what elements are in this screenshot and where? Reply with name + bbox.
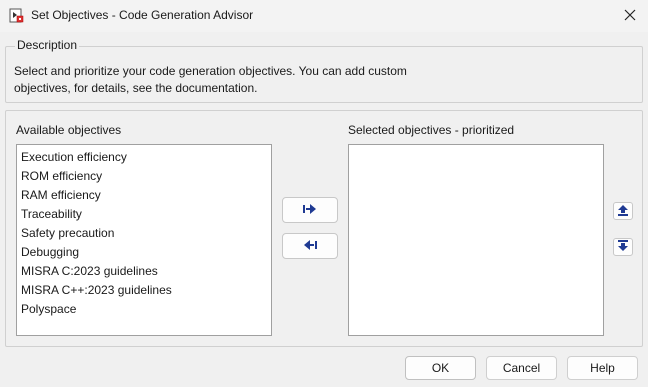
- remove-objective-button[interactable]: [282, 233, 338, 259]
- cancel-button[interactable]: Cancel: [486, 356, 557, 380]
- window-title: Set Objectives - Code Generation Advisor: [31, 8, 254, 22]
- selected-objectives-list[interactable]: [348, 144, 604, 336]
- arrow-right-icon: [303, 203, 317, 217]
- title-bar: Set Objectives - Code Generation Advisor: [0, 0, 648, 32]
- add-objective-button[interactable]: [282, 197, 338, 223]
- description-line-1: Select and prioritize your code generati…: [14, 64, 407, 78]
- move-up-icon: [617, 204, 629, 219]
- description-line-2: objectives, for details, see the documen…: [14, 81, 258, 95]
- list-item[interactable]: ROM efficiency: [17, 167, 271, 186]
- description-heading: Description: [15, 38, 80, 52]
- description-text: Select and prioritize your code generati…: [14, 63, 484, 97]
- list-item[interactable]: Execution efficiency: [17, 148, 271, 167]
- list-item[interactable]: Polyspace: [17, 300, 271, 319]
- simulink-model-icon: [9, 8, 24, 23]
- list-item[interactable]: Safety precaution: [17, 224, 271, 243]
- list-item[interactable]: Debugging: [17, 243, 271, 262]
- list-item[interactable]: RAM efficiency: [17, 186, 271, 205]
- list-item[interactable]: Traceability: [17, 205, 271, 224]
- move-down-button[interactable]: [613, 238, 633, 256]
- list-item[interactable]: MISRA C++:2023 guidelines: [17, 281, 271, 300]
- available-objectives-label: Available objectives: [16, 123, 122, 137]
- move-down-icon: [617, 239, 629, 255]
- selected-objectives-label: Selected objectives - prioritized: [348, 123, 515, 137]
- close-button[interactable]: [616, 4, 644, 28]
- close-icon: [624, 9, 636, 24]
- move-up-button[interactable]: [613, 202, 633, 220]
- arrow-left-icon: [303, 239, 317, 253]
- list-item[interactable]: MISRA C:2023 guidelines: [17, 262, 271, 281]
- help-button[interactable]: Help: [567, 356, 638, 380]
- available-objectives-list[interactable]: Execution efficiency ROM efficiency RAM …: [16, 144, 272, 336]
- ok-button[interactable]: OK: [405, 356, 476, 380]
